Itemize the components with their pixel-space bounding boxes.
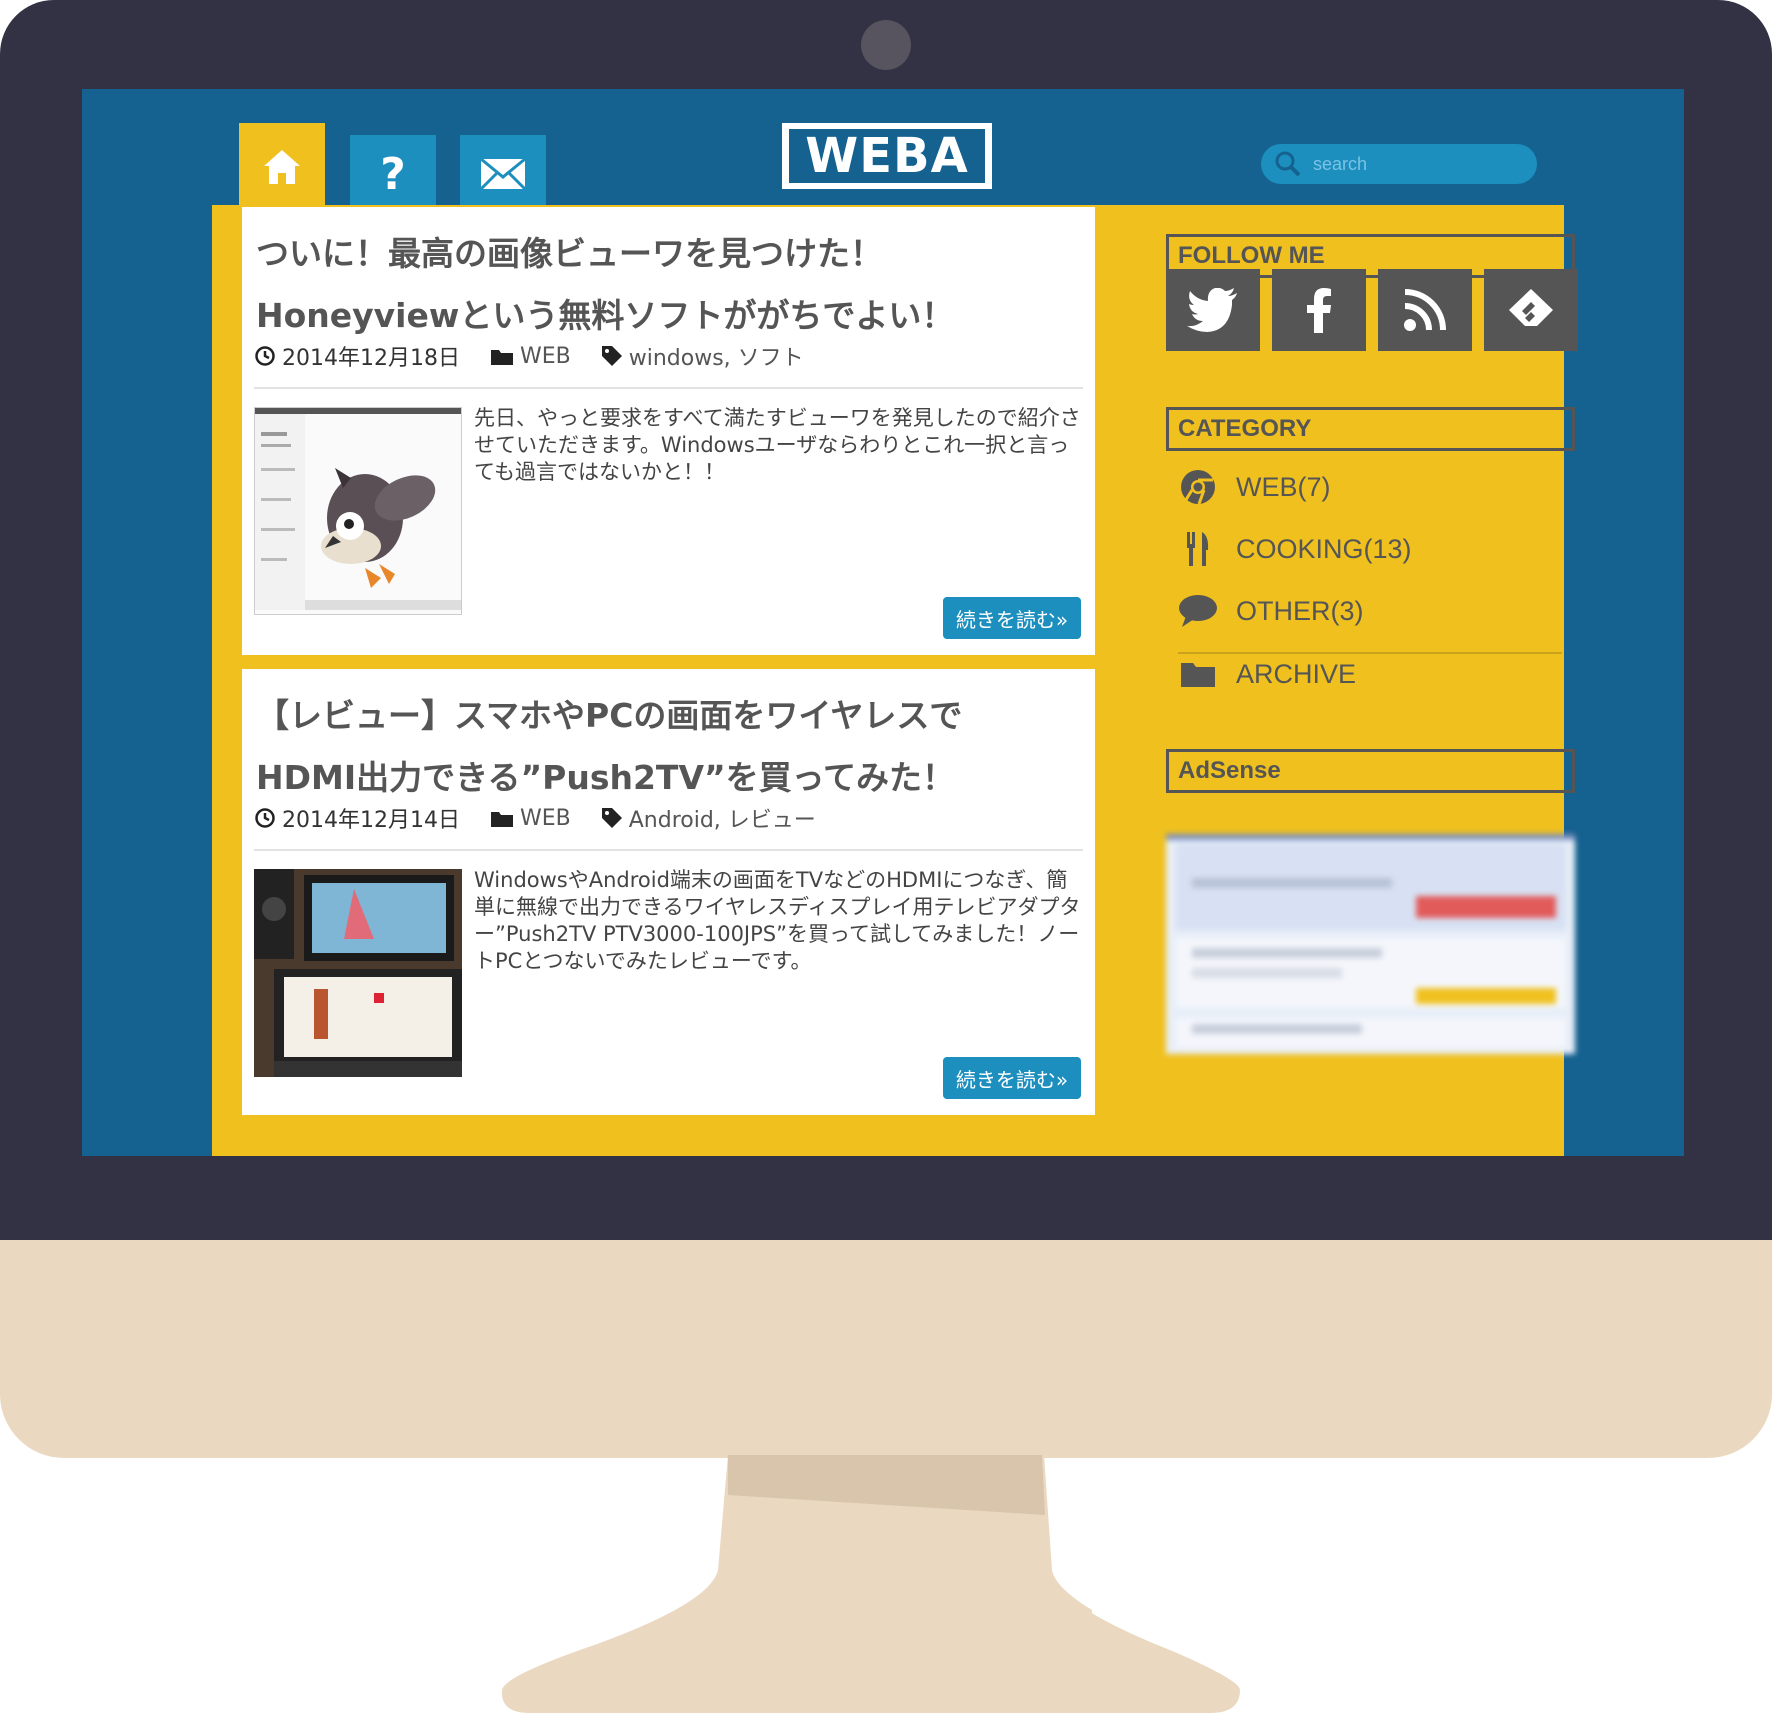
post-thumbnail[interactable] — [254, 869, 462, 1077]
monitor-chin — [0, 1240, 1772, 1458]
fork-knife-icon — [1187, 532, 1209, 566]
category-cooking[interactable]: COOKING(13) — [1178, 529, 1412, 569]
category-label: ARCHIVE — [1236, 658, 1357, 689]
read-more-button[interactable]: 続きを読む» — [943, 1057, 1081, 1099]
social-facebook[interactable] — [1272, 269, 1366, 351]
category-label: COOKING(13) — [1236, 533, 1412, 564]
feedly-icon — [1509, 289, 1553, 326]
post-date: 2014年12月18日 — [282, 346, 460, 371]
adsense-banner[interactable] — [1166, 834, 1575, 1054]
camera-icon — [861, 20, 911, 70]
category-label: WEB(7) — [1236, 471, 1331, 502]
bird-image — [255, 408, 461, 610]
facebook-icon — [1307, 288, 1331, 333]
folder-icon — [1181, 663, 1215, 687]
post-excerpt: 先日、やっと要求をすべて満たすビューワを発見したので紹介させていただきます。Wi… — [474, 406, 1081, 484]
post-meta: 2014年12月14日 WEB Android, レビュー — [254, 802, 816, 834]
folder-icon — [490, 812, 513, 827]
screen: ? WEBA ついに！最高の画像ビューワを見つけた！ Honeyviewという無… — [82, 89, 1684, 1156]
post-title[interactable]: ついに！最高の画像ビューワを見つけた！ — [256, 227, 883, 275]
post-category[interactable]: WEB — [520, 806, 571, 831]
post-category[interactable]: WEB — [520, 344, 571, 369]
tag-icon — [601, 808, 622, 828]
chrome-icon — [1181, 470, 1215, 505]
category-archive[interactable]: ARCHIVE — [1178, 654, 1356, 694]
post-thumbnail[interactable] — [254, 407, 462, 615]
speech-bubble-icon — [1179, 595, 1217, 627]
divider — [254, 387, 1083, 389]
post-title-line2[interactable]: HDMI出力できる”Push2TV”を買ってみた！ — [256, 751, 955, 799]
post-tags[interactable]: windows, ソフト — [629, 340, 804, 372]
post-card: 【レビュー】スマホやPCの画面をワイヤレスで HDMI出力できる”Push2TV… — [242, 669, 1095, 1115]
post-tags[interactable]: Android, レビュー — [629, 802, 816, 834]
category-title: CATEGORY — [1166, 407, 1575, 451]
clock-icon — [255, 346, 275, 366]
tag-icon — [601, 346, 622, 366]
twitter-icon — [1187, 288, 1237, 332]
post-excerpt: WindowsやAndroid端末の画面をTVなどのHDMIにつなぎ、簡単に無線… — [474, 868, 1081, 973]
post-date: 2014年12月14日 — [282, 808, 460, 833]
folder-icon — [490, 350, 513, 365]
post-card: ついに！最高の画像ビューワを見つけた！ Honeyviewという無料ソフトががち… — [242, 207, 1095, 655]
device-photo — [254, 869, 462, 1077]
clock-icon — [255, 808, 275, 828]
adsense-title: AdSense — [1166, 749, 1575, 793]
rss-icon — [1404, 289, 1446, 331]
category-label: OTHER(3) — [1236, 595, 1364, 626]
read-more-button[interactable]: 続きを読む» — [943, 597, 1081, 639]
social-rss[interactable] — [1378, 269, 1472, 351]
social-twitter[interactable] — [1166, 269, 1260, 351]
divider — [254, 849, 1083, 851]
category-web[interactable]: WEB(7) — [1178, 467, 1331, 507]
monitor-base — [501, 1455, 1240, 1713]
category-other[interactable]: OTHER(3) — [1178, 591, 1364, 631]
post-meta: 2014年12月18日 WEB windows, ソフト — [254, 340, 804, 372]
post-title[interactable]: 【レビュー】スマホやPCの画面をワイヤレスで — [256, 689, 962, 737]
social-feedly[interactable] — [1484, 269, 1578, 351]
post-title-line2[interactable]: Honeyviewという無料ソフトががちでよい！ — [256, 289, 954, 337]
